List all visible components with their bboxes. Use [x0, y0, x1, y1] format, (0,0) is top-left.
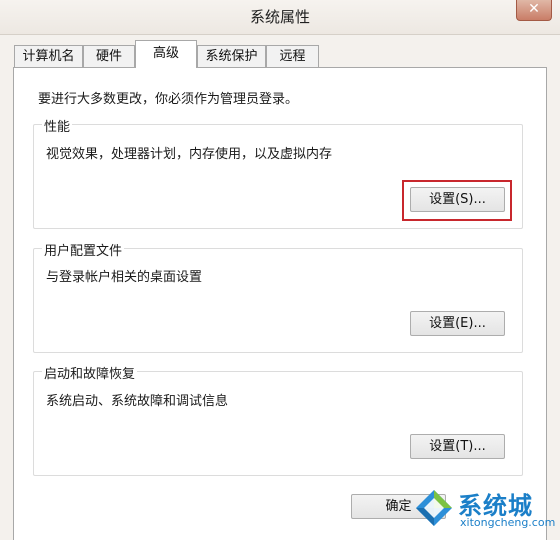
admin-notice: 要进行大多数更改，你必须作为管理员登录。 — [38, 92, 299, 107]
highlight-box — [402, 180, 512, 221]
tab-advanced[interactable]: 高级 — [135, 40, 197, 68]
user-profiles-title: 用户配置文件 — [42, 240, 125, 259]
tab-hardware[interactable]: 硬件 — [83, 45, 135, 67]
user-profiles-description: 与登录帐户相关的桌面设置 — [46, 270, 203, 285]
performance-title: 性能 — [42, 116, 73, 135]
close-button[interactable]: ✕ — [516, 0, 552, 21]
watermark: 系统城 xitongcheng.com — [398, 484, 560, 540]
startup-recovery-group — [33, 371, 523, 476]
close-icon: ✕ — [528, 1, 540, 17]
startup-recovery-description: 系统启动、系统故障和调试信息 — [46, 394, 229, 409]
user-profiles-settings-button[interactable]: 设置(E)... — [410, 311, 505, 336]
watermark-url: xitongcheng.com — [460, 516, 556, 529]
startup-recovery-settings-button[interactable]: 设置(T)... — [410, 434, 505, 459]
watermark-logo-icon — [416, 490, 452, 526]
startup-recovery-title: 启动和故障恢复 — [42, 363, 138, 382]
tab-remote[interactable]: 远程 — [266, 45, 319, 67]
user-profiles-group — [33, 248, 523, 353]
tab-system-protection[interactable]: 系统保护 — [197, 45, 266, 67]
window-title: 系统属性 — [249, 8, 310, 26]
performance-description: 视觉效果，处理器计划，内存使用，以及虚拟内存 — [46, 147, 333, 162]
title-bar: 系统属性 ✕ — [0, 0, 560, 35]
tab-computer-name[interactable]: 计算机名 — [14, 45, 83, 67]
